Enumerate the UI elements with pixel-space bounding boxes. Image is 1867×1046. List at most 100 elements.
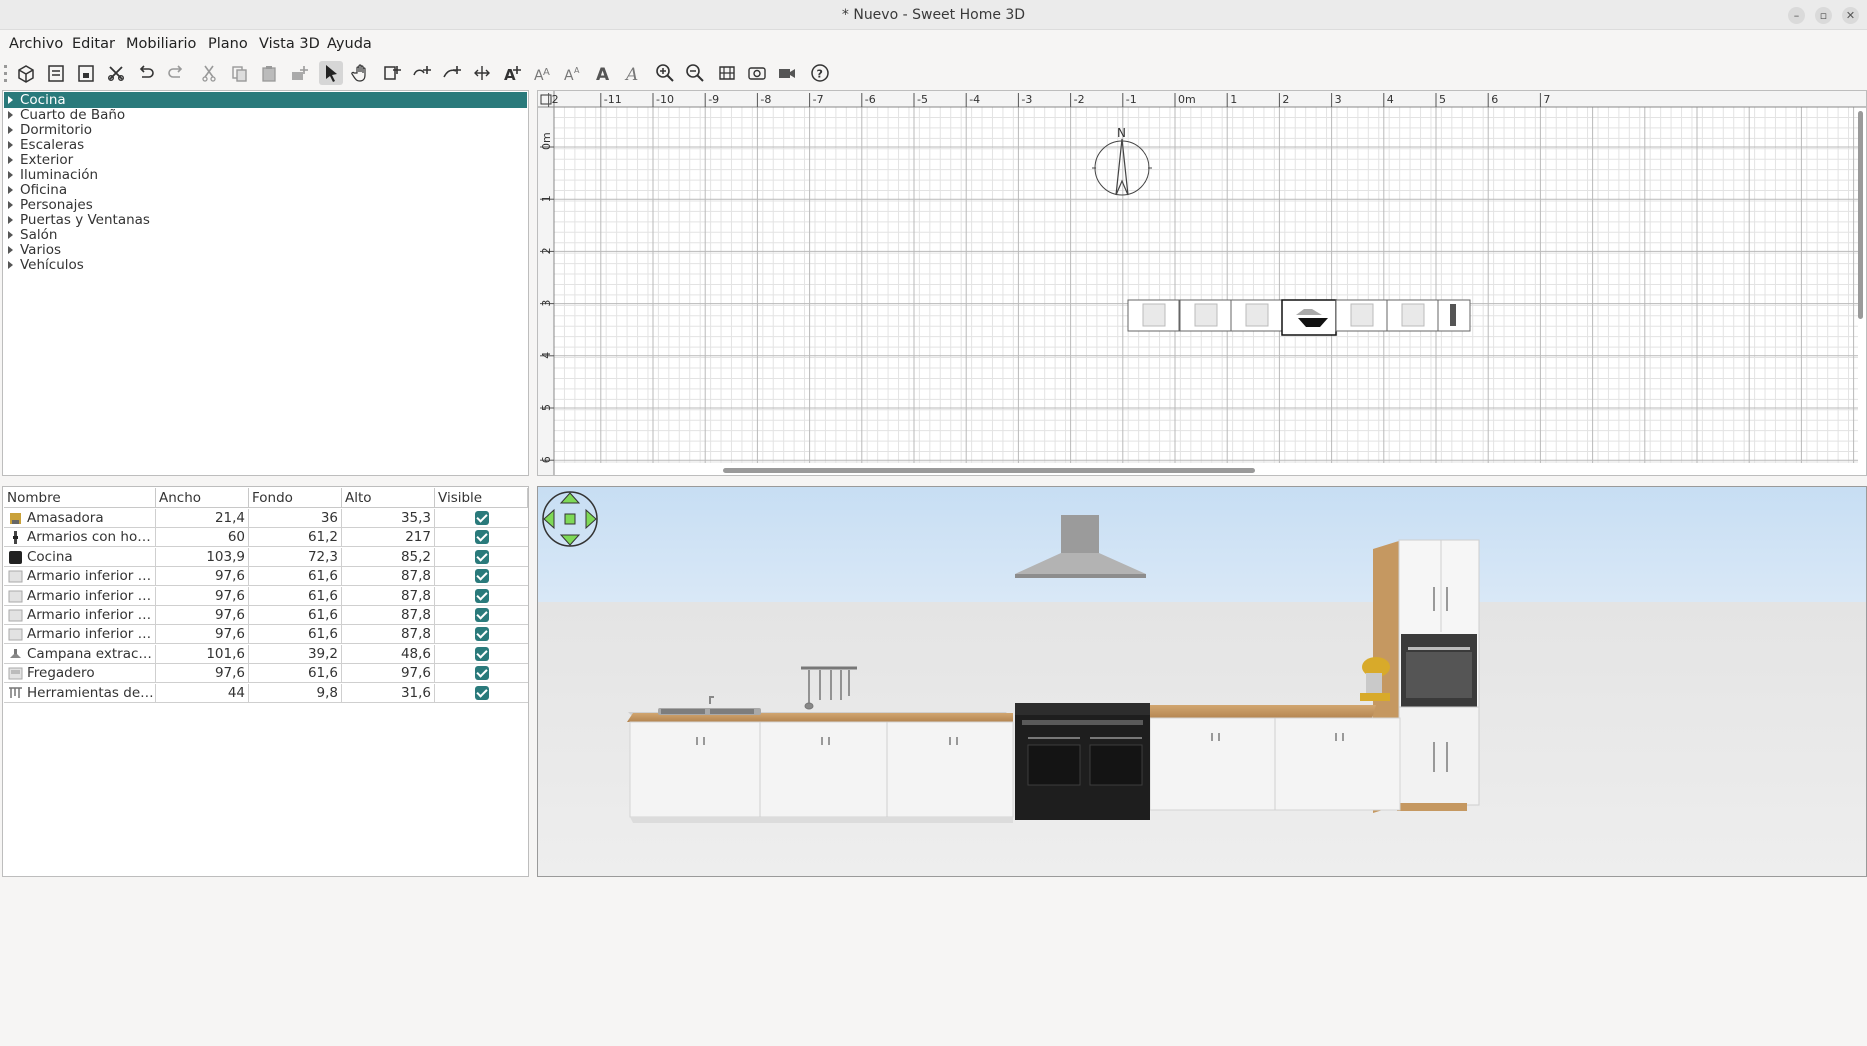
- plan-horizontal-scrollbar[interactable]: [723, 468, 1255, 473]
- expand-arrow-icon[interactable]: [8, 246, 13, 254]
- 3d-view[interactable]: [537, 486, 1867, 877]
- catalog-category-escaleras[interactable]: Escaleras: [4, 137, 527, 153]
- furniture-table[interactable]: Nombre Ancho Fondo Alto Visible Amasador…: [2, 486, 529, 877]
- add-furniture-icon[interactable]: [287, 61, 311, 85]
- plan-furniture[interactable]: [1281, 299, 1337, 336]
- maximize-icon[interactable]: ▫: [1815, 7, 1832, 24]
- plan-cabinet-symbol: [1401, 303, 1425, 327]
- visible-checkbox[interactable]: [475, 608, 489, 622]
- decrease-text-size-icon[interactable]: AA: [561, 61, 585, 85]
- column-header-alto[interactable]: Alto: [342, 488, 435, 508]
- create-photo-icon[interactable]: [715, 61, 739, 85]
- create-walls-icon[interactable]: [470, 61, 494, 85]
- open-icon[interactable]: [44, 61, 68, 85]
- cell-text: Armario inferior dobe: [27, 607, 155, 623]
- italic-icon[interactable]: A: [621, 61, 645, 85]
- expand-arrow-icon[interactable]: [8, 186, 13, 194]
- visible-checkbox[interactable]: [475, 627, 489, 642]
- 3d-navigator[interactable]: [541, 490, 599, 548]
- lower-cabinets-left[interactable]: [629, 721, 1014, 818]
- visible-checkbox[interactable]: [475, 569, 489, 584]
- table-row[interactable]: Campana extractora 101,6 39,2 48,6: [4, 644, 528, 664]
- table-row[interactable]: Fregadero 97,6 61,6 97,6: [4, 664, 528, 684]
- expand-arrow-icon[interactable]: [8, 111, 13, 119]
- column-header-visible[interactable]: Visible: [435, 488, 528, 508]
- cut-icon[interactable]: [197, 61, 221, 85]
- visible-checkbox[interactable]: [475, 588, 489, 603]
- zoom-in-icon[interactable]: [653, 61, 677, 85]
- catalog-category-dormitorio[interactable]: Dormitorio: [4, 122, 527, 138]
- expand-arrow-icon[interactable]: [8, 141, 13, 149]
- table-row[interactable]: Amasadora 21,4 36 35,3: [4, 509, 528, 528]
- catalog-category-exterior[interactable]: Exterior: [4, 152, 527, 168]
- plan-canvas[interactable]: 2 -11 -10 -9 -8 -7 -6 -5 -4 -3 -2 -1 0m 1 2 3 4 5 6 7 0m 1 2 3 4…: [538, 91, 1867, 476]
- expand-arrow-icon[interactable]: [8, 96, 13, 104]
- cut-wall-icon[interactable]: [104, 61, 128, 85]
- expand-arrow-icon[interactable]: [8, 156, 13, 164]
- create-polylines-icon[interactable]: [410, 61, 434, 85]
- catalog-category-vehiculos[interactable]: Vehículos: [4, 257, 527, 273]
- minimize-icon[interactable]: –: [1788, 7, 1805, 24]
- table-row[interactable]: Armario inferior dobe97,661,687,8: [4, 625, 528, 645]
- undo-icon[interactable]: [134, 61, 158, 85]
- catalog-category-cocina[interactable]: Cocina: [4, 92, 527, 108]
- redo-icon[interactable]: [164, 61, 188, 85]
- catalog-category-oficina[interactable]: Oficina: [4, 182, 527, 198]
- create-video-camera-icon[interactable]: [775, 61, 799, 85]
- menu-editar[interactable]: Editar: [72, 36, 115, 52]
- new-home-icon[interactable]: [14, 61, 38, 85]
- create-video-icon[interactable]: [745, 61, 769, 85]
- expand-arrow-icon[interactable]: [8, 231, 13, 239]
- zoom-out-icon[interactable]: [683, 61, 707, 85]
- toolbar-grip[interactable]: [4, 65, 7, 82]
- menu-vista-3d[interactable]: Vista 3D: [259, 36, 320, 52]
- visible-checkbox[interactable]: [475, 511, 489, 525]
- create-rooms-icon[interactable]: [380, 61, 404, 85]
- catalog-category-cuarto-de-bano[interactable]: Cuarto de Baño: [4, 107, 527, 123]
- catalog-category-puertas-y-ventanas[interactable]: Puertas y Ventanas: [4, 212, 527, 228]
- expand-arrow-icon[interactable]: [8, 216, 13, 224]
- bold-icon[interactable]: A: [591, 61, 615, 85]
- catalog-category-varios[interactable]: Varios: [4, 242, 527, 258]
- visible-checkbox[interactable]: [475, 646, 489, 661]
- plan-vertical-scrollbar[interactable]: [1858, 111, 1863, 319]
- close-icon[interactable]: ✕: [1842, 7, 1859, 24]
- column-header-fondo[interactable]: Fondo: [249, 488, 342, 508]
- expand-arrow-icon[interactable]: [8, 201, 13, 209]
- pan-mode-icon[interactable]: [349, 61, 373, 85]
- table-row[interactable]: Armario inferior dobe97,661,687,8: [4, 567, 528, 587]
- add-text-icon[interactable]: A: [500, 61, 524, 85]
- menu-mobiliario[interactable]: Mobiliario: [126, 36, 196, 52]
- expand-arrow-icon[interactable]: [8, 171, 13, 179]
- visible-checkbox[interactable]: [475, 666, 489, 681]
- catalog-category-iluminacion[interactable]: Iluminación: [4, 167, 527, 183]
- plan-view[interactable]: 2 -11 -10 -9 -8 -7 -6 -5 -4 -3 -2 -1 0m 1 2 3 4 5 6 7 0m 1 2 3 4…: [537, 90, 1867, 476]
- catalog-category-personajes[interactable]: Personajes: [4, 197, 527, 213]
- table-row[interactable]: Armario inferior dobe97,661,687,8: [4, 586, 528, 606]
- catalog-category-salon[interactable]: Salón: [4, 227, 527, 243]
- menu-plano[interactable]: Plano: [208, 36, 248, 52]
- create-dimensions-icon[interactable]: [440, 61, 464, 85]
- expand-arrow-icon[interactable]: [8, 126, 13, 134]
- table-row[interactable]: Armarios con horno i...6061,2217: [4, 528, 528, 548]
- table-row[interactable]: Armario inferior dobe97,661,687,8: [4, 606, 528, 625]
- save-icon[interactable]: [74, 61, 98, 85]
- column-header-nombre[interactable]: Nombre: [4, 488, 156, 508]
- furniture-catalog-tree[interactable]: Cocina Cuarto de Baño Dormitorio Escaler…: [2, 90, 529, 476]
- column-header-ancho[interactable]: Ancho: [156, 488, 249, 508]
- visible-checkbox[interactable]: [475, 549, 489, 564]
- visible-checkbox[interactable]: [475, 530, 489, 545]
- table-row[interactable]: Herramientas de coc...449,831,6: [4, 683, 528, 703]
- black-cooker[interactable]: [1015, 703, 1150, 820]
- 3d-scene[interactable]: [538, 487, 1867, 877]
- copy-icon[interactable]: [227, 61, 251, 85]
- select-mode-icon[interactable]: [319, 61, 343, 85]
- table-row[interactable]: Cocina 103,9 72,3 85,2: [4, 547, 528, 567]
- help-icon[interactable]: ?: [808, 61, 832, 85]
- paste-icon[interactable]: [257, 61, 281, 85]
- visible-checkbox[interactable]: [475, 685, 489, 700]
- increase-text-size-icon[interactable]: AA: [531, 61, 555, 85]
- menu-ayuda[interactable]: Ayuda: [327, 36, 372, 52]
- menu-archivo[interactable]: Archivo: [9, 36, 63, 52]
- expand-arrow-icon[interactable]: [8, 261, 13, 269]
